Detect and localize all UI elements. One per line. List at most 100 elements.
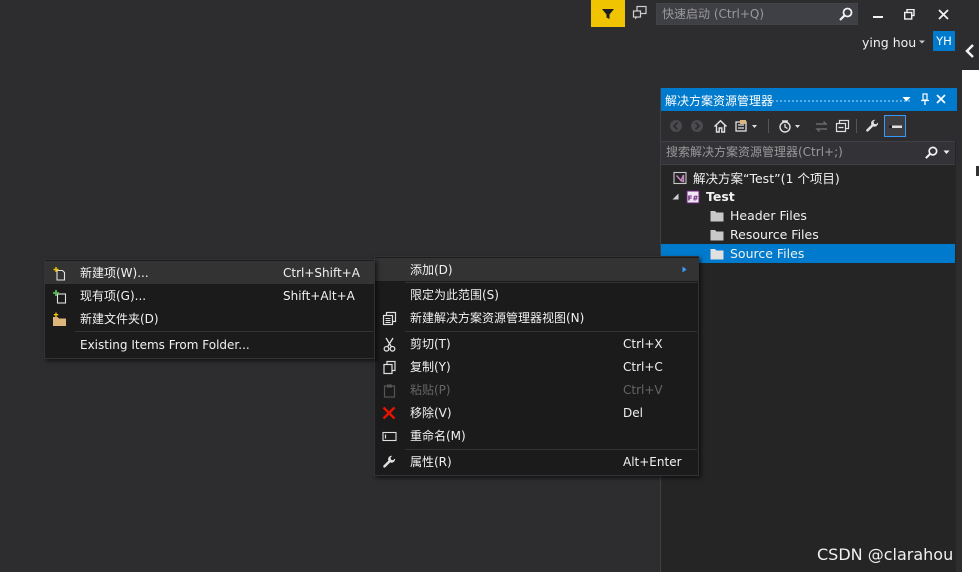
minimize-button[interactable] — [866, 4, 890, 24]
menu-item-shortcut: Ctrl+Shift+A — [283, 265, 360, 280]
tree-item-solution[interactable]: 解决方案“Test”(1 个项目) — [661, 168, 955, 187]
menu-item-label: 添加(D) — [410, 263, 453, 277]
collapse-all-icon — [835, 119, 849, 132]
chevron-down-icon[interactable] — [918, 39, 926, 45]
menu-item-shortcut: Alt+Enter — [623, 454, 682, 469]
menu-item-shortcut: Ctrl+C — [623, 359, 663, 374]
back-arrow-icon — [670, 120, 682, 132]
menu-item-copy[interactable]: 复制(Y) Ctrl+C — [375, 355, 698, 378]
tree-item-header-files[interactable]: Header Files — [661, 206, 955, 225]
tree-item-resource-files[interactable]: Resource Files — [661, 225, 955, 244]
preview-selected-items-button[interactable] — [884, 115, 906, 137]
menu-item-label: 复制(Y) — [410, 360, 451, 374]
menu-item-label: 新建项(W)... — [80, 266, 149, 280]
folder-icon — [710, 209, 724, 223]
solution-search-input[interactable] — [661, 142, 921, 162]
search-icon[interactable] — [838, 6, 854, 22]
menu-item-shortcut: Shift+Alt+A — [283, 288, 355, 303]
pending-changes-filter-button[interactable] — [777, 117, 803, 135]
menu-item-paste[interactable]: 粘贴(P) Ctrl+V — [375, 378, 698, 401]
menu-item-remove[interactable]: 移除(V) Del — [375, 401, 698, 424]
project-icon: F# — [686, 190, 700, 204]
pin-icon[interactable] — [920, 93, 930, 106]
restore-button[interactable] — [897, 4, 921, 24]
sync-arrows-icon — [814, 120, 828, 132]
menu-item-new-view[interactable]: 新建解决方案资源管理器视图(N) — [375, 306, 698, 329]
menu-item-label: 属性(R) — [410, 455, 452, 469]
folder-icon — [710, 228, 724, 242]
close-icon[interactable] — [936, 94, 946, 104]
remove-x-icon — [381, 405, 397, 421]
menu-item-existing-items-from-folder[interactable]: Existing Items From Folder... — [45, 333, 374, 356]
svg-text:F#: F# — [688, 194, 699, 202]
rename-icon — [381, 428, 397, 444]
solution-explorer-title-bar[interactable]: 解决方案资源管理器 — [661, 88, 957, 111]
panel-title: 解决方案资源管理器 — [665, 94, 774, 108]
account-name[interactable]: ying hou — [862, 35, 916, 50]
feedback-button[interactable] — [630, 3, 650, 23]
menu-item-shortcut: Del — [623, 405, 643, 420]
forward-button[interactable] — [688, 117, 706, 135]
toolbar-separator — [768, 119, 769, 133]
switch-views-icon — [735, 119, 757, 132]
scissors-icon — [381, 336, 397, 352]
menu-item-existing-item[interactable]: 现有项(G)... Shift+Alt+A — [45, 284, 374, 307]
menu-item-label: 现有项(G)... — [80, 289, 147, 303]
menu-item-scope-to-this[interactable]: 限定为此范围(S) — [375, 283, 698, 306]
submenu-arrow-icon — [682, 266, 687, 273]
menu-item-new-item[interactable]: 新建项(W)... Ctrl+Shift+A — [45, 261, 374, 284]
menu-item-properties[interactable]: 属性(R) Alt+Enter — [375, 450, 698, 473]
menu-item-label: 重命名(M) — [410, 429, 466, 443]
menu-item-new-folder[interactable]: 新建文件夹(D) — [45, 307, 374, 330]
window-position-icon[interactable] — [902, 96, 911, 103]
menu-item-cut[interactable]: 剪切(T) Ctrl+X — [375, 332, 698, 355]
chevron-left-icon[interactable] — [964, 44, 976, 58]
preview-icon — [888, 125, 902, 128]
tree-item-label: Header Files — [730, 208, 807, 223]
solution-explorer-search[interactable] — [661, 141, 955, 165]
menu-item-label: 粘贴(P) — [410, 383, 451, 397]
menu-item-shortcut: Ctrl+X — [623, 336, 663, 351]
minimize-icon — [873, 16, 883, 18]
menu-item-add[interactable]: 添加(D) — [375, 258, 698, 281]
feedback-icon — [632, 5, 647, 20]
restore-icon — [903, 8, 915, 20]
tree-item-project[interactable]: F# Test — [661, 187, 955, 206]
tree-item-source-files[interactable]: Source Files — [661, 244, 955, 263]
new-view-icon — [381, 310, 397, 326]
new-item-icon — [51, 265, 67, 281]
menu-item-label: 新建文件夹(D) — [80, 312, 159, 326]
chevron-down-icon[interactable] — [943, 150, 950, 155]
tree-item-label: Source Files — [730, 246, 805, 261]
back-button[interactable] — [667, 117, 685, 135]
add-submenu: 新建项(W)... Ctrl+Shift+A 现有项(G)... Shift+A… — [44, 259, 375, 359]
menu-item-label: 限定为此范围(S) — [410, 288, 499, 302]
quick-launch-input[interactable] — [657, 4, 837, 24]
notification-filter-button[interactable] — [591, 0, 625, 27]
home-icon — [713, 119, 727, 133]
properties-button[interactable] — [863, 117, 881, 135]
search-icon[interactable] — [924, 145, 939, 160]
tree-item-label: Test — [706, 189, 735, 204]
avatar[interactable]: YH — [933, 31, 955, 51]
switch-views-button[interactable] — [734, 117, 760, 135]
menu-item-shortcut: Ctrl+V — [623, 382, 663, 397]
menu-item-label: 新建解决方案资源管理器视图(N) — [410, 311, 585, 325]
tree-item-label: Resource Files — [730, 227, 819, 242]
collapse-all-button[interactable] — [833, 117, 851, 135]
menu-item-rename[interactable]: 重命名(M) — [375, 424, 698, 447]
menu-item-label: 移除(V) — [410, 406, 452, 420]
toolbar-separator — [856, 119, 857, 133]
folder-icon — [710, 247, 724, 261]
quick-launch-box[interactable] — [656, 3, 858, 25]
solution-explorer-toolbar — [661, 111, 957, 141]
filter-icon — [602, 8, 614, 19]
expanded-arrow-icon[interactable] — [672, 193, 679, 200]
close-icon — [937, 8, 949, 20]
history-clock-icon — [779, 119, 800, 133]
close-button[interactable] — [931, 4, 955, 24]
menu-item-label: 剪切(T) — [410, 337, 451, 351]
drag-grip[interactable] — [771, 99, 911, 103]
home-button[interactable] — [711, 117, 729, 135]
sync-active-document-button[interactable] — [812, 117, 830, 135]
